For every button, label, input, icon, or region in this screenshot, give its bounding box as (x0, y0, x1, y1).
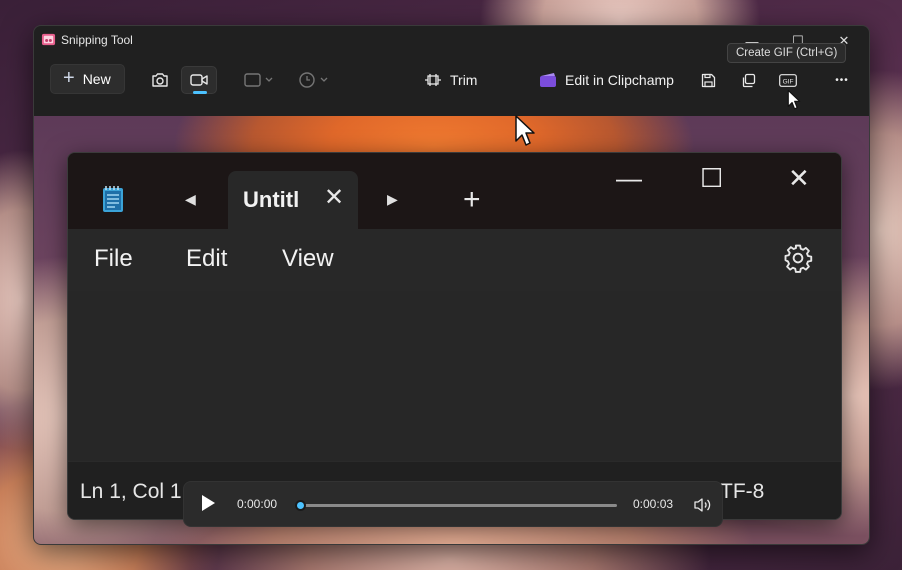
video-camera-icon (190, 74, 208, 86)
menu-file[interactable]: File (94, 245, 133, 273)
tab-close-icon[interactable]: ✕ (324, 183, 344, 212)
more-icon: ••• (835, 74, 849, 86)
notepad-text-area[interactable] (68, 291, 841, 461)
trim-icon (425, 74, 441, 86)
new-tab-button[interactable]: + (463, 183, 481, 217)
current-time: 0:00:00 (237, 497, 278, 511)
settings-gear-icon[interactable] (783, 243, 813, 273)
video-player-controls: 0:00:00 0:00:03 (183, 481, 723, 527)
new-button[interactable]: + New (50, 64, 125, 94)
delay-dropdown[interactable] (294, 66, 334, 94)
notepad-tab-bar: ◀ Untitl ✕ ▶ + — ☐ ✕ (68, 153, 841, 229)
save-icon (701, 73, 715, 87)
notepad-maximize-icon[interactable]: ☐ (700, 163, 723, 194)
video-mode-button[interactable] (181, 66, 217, 94)
menu-view[interactable]: View (282, 245, 334, 273)
snipping-tool-app-icon (41, 33, 56, 46)
tab-title: Untitl (243, 187, 300, 212)
cursor-position: Ln 1, Col 1 (80, 480, 182, 503)
scroll-right-icon[interactable]: ▶ (387, 191, 398, 208)
plus-icon: + (63, 67, 75, 89)
notepad-app-icon (103, 186, 123, 212)
play-icon[interactable] (202, 495, 215, 511)
notepad-minimize-icon[interactable]: — (616, 163, 642, 194)
new-label: New (82, 71, 111, 87)
rectangle-snip-icon (244, 73, 273, 87)
snip-shape-dropdown[interactable] (239, 66, 279, 94)
total-time: 0:00:03 (633, 497, 674, 511)
notepad-close-icon[interactable]: ✕ (788, 163, 810, 194)
gif-icon: GIF (779, 73, 797, 87)
clock-icon (299, 72, 328, 88)
clipchamp-icon (540, 73, 556, 87)
toolbar: + New Trim Edit in Clipchamp GIF ••• (34, 60, 869, 102)
clipchamp-label: Edit in Clipchamp (565, 72, 674, 88)
save-button[interactable] (690, 66, 726, 94)
volume-icon[interactable] (692, 495, 712, 515)
encoding-label: TF-8 (720, 480, 765, 503)
screenshot-mode-button[interactable] (142, 66, 178, 94)
selected-indicator (193, 91, 207, 94)
copy-icon (742, 73, 755, 87)
trim-label: Trim (450, 72, 478, 88)
seek-bar[interactable] (295, 500, 617, 511)
more-options-button[interactable]: ••• (824, 66, 860, 94)
copy-button[interactable] (730, 66, 766, 94)
create-gif-tooltip: Create GIF (Ctrl+G) (727, 43, 847, 63)
menu-edit[interactable]: Edit (186, 245, 227, 273)
svg-text:GIF: GIF (783, 78, 794, 85)
hover-cursor-icon (787, 89, 801, 110)
notepad-window: ◀ Untitl ✕ ▶ + — ☐ ✕ File Edit View Ln 1… (67, 152, 842, 520)
seek-thumb[interactable] (295, 500, 306, 511)
snipping-tool-window: Snipping Tool — ☐ ✕ + New Trim Edit in C… (33, 25, 870, 545)
notepad-menu-bar: File Edit View (68, 229, 841, 291)
recording-preview-canvas: ◀ Untitl ✕ ▶ + — ☐ ✕ File Edit View Ln 1… (34, 116, 869, 544)
trim-button[interactable]: Trim (420, 66, 510, 94)
edit-in-clipchamp-button[interactable]: Edit in Clipchamp (537, 66, 677, 94)
app-title: Snipping Tool (61, 33, 133, 47)
scroll-left-icon[interactable]: ◀ (185, 191, 196, 208)
camera-icon (152, 73, 168, 87)
mouse-cursor-icon (515, 115, 535, 146)
tab-untitled[interactable]: Untitl ✕ (228, 171, 358, 229)
